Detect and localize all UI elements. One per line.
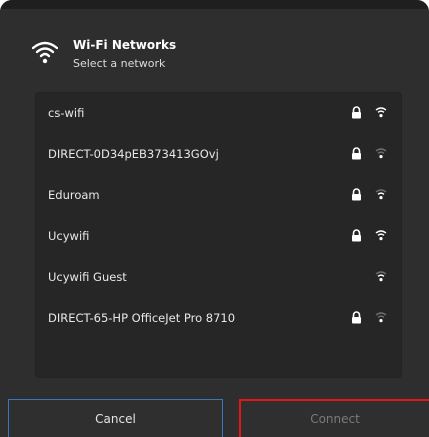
network-row[interactable]: DIRECT-65-HP OfficeJet Pro 8710 — [36, 298, 401, 339]
network-name: DIRECT-65-HP OfficeJet Pro 8710 — [48, 311, 236, 325]
network-row[interactable]: cs-wifi — [36, 93, 401, 134]
lock-icon — [352, 106, 361, 119]
network-row[interactable]: Ucywifi — [36, 216, 401, 257]
wifi-signal-icon — [375, 271, 387, 282]
network-name: Ucywifi Guest — [48, 270, 127, 284]
network-row[interactable]: Ucywifi Guest — [36, 257, 401, 298]
network-name: DIRECT-0D34pEB373413GOvj — [48, 147, 219, 161]
network-name: cs-wifi — [48, 106, 85, 120]
dialog-footer: Cancel Connect — [0, 399, 429, 437]
dialog-title: Wi-Fi Networks — [73, 38, 177, 52]
wifi-icon — [32, 41, 58, 64]
lock-icon — [352, 188, 361, 201]
wifi-signal-icon — [375, 189, 387, 200]
wifi-signal-icon — [375, 312, 387, 323]
network-row[interactable]: DIRECT-0D34pEB373413GOvj — [36, 134, 401, 175]
wifi-signal-icon — [375, 107, 387, 118]
dialog-subtitle: Select a network — [73, 57, 166, 70]
lock-icon — [352, 229, 361, 242]
wifi-dialog: Wi-Fi Networks Select a network cs-wifi … — [0, 0, 429, 437]
lock-icon — [352, 311, 361, 324]
connect-button[interactable]: Connect — [239, 399, 429, 437]
network-name: Ucywifi — [48, 229, 90, 243]
wifi-signal-icon — [375, 230, 387, 241]
dialog-header — [0, 9, 429, 81]
network-row[interactable]: Eduroam — [36, 175, 401, 216]
network-list: cs-wifi DIRECT-0D34pEB373413GOvj Eduroam… — [35, 92, 402, 378]
wifi-signal-icon — [375, 148, 387, 159]
top-bar — [0, 0, 429, 9]
cancel-button[interactable]: Cancel — [8, 399, 223, 437]
network-name: Eduroam — [48, 188, 100, 202]
lock-icon — [352, 147, 361, 160]
